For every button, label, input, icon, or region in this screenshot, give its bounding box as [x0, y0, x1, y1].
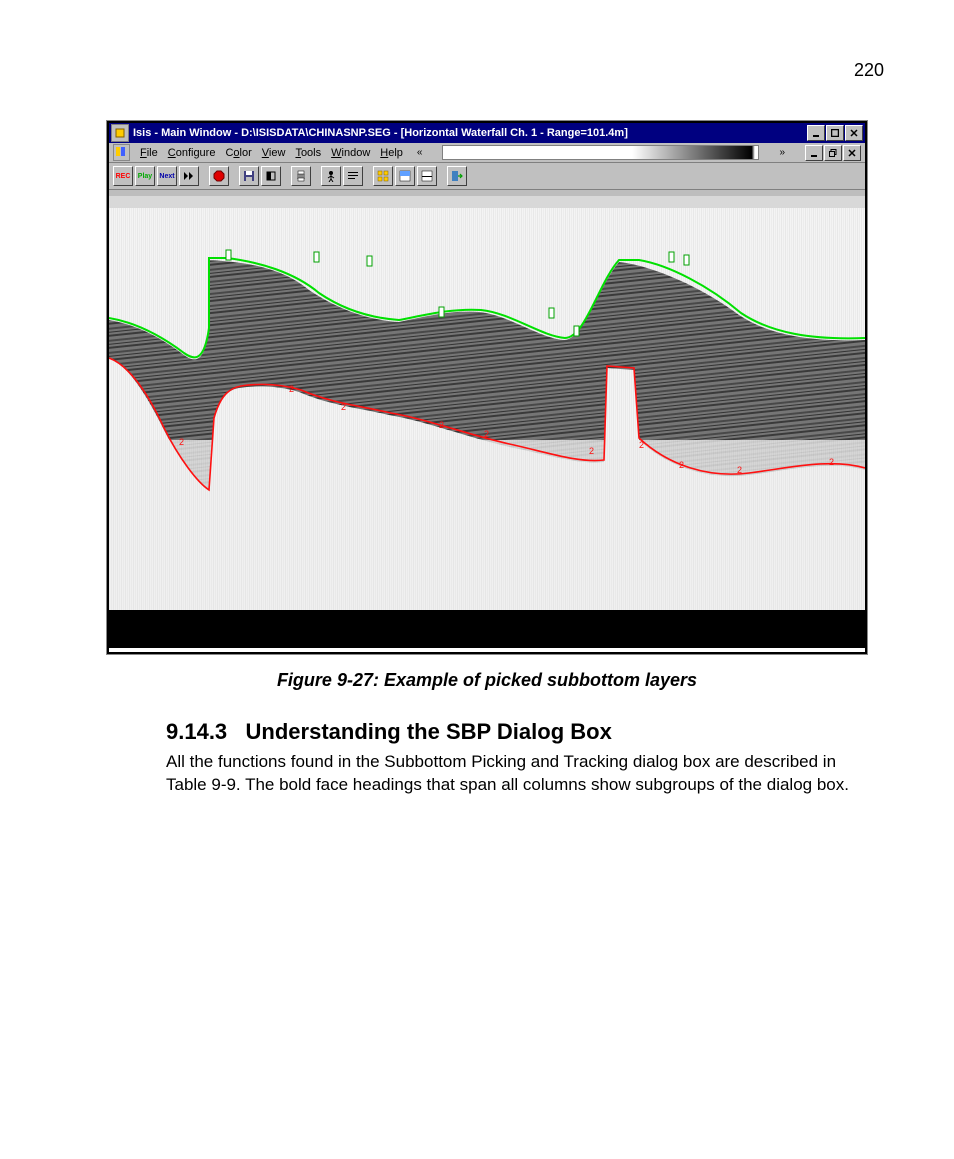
fast-forward-icon [183, 171, 195, 181]
restore-icon [829, 149, 837, 157]
minimize-button[interactable] [807, 125, 825, 141]
menu-view-label: iew [269, 147, 286, 159]
app-icon [111, 124, 129, 142]
menu-tools[interactable]: Tools [295, 147, 321, 159]
svg-text:2: 2 [179, 437, 184, 447]
person-button[interactable] [321, 166, 341, 186]
svg-text:2: 2 [829, 457, 834, 467]
window-title-bar: Isis - Main Window - D:\ISISDATA\CHINASN… [109, 123, 865, 143]
svg-text:2: 2 [589, 446, 594, 456]
toggle-button[interactable] [261, 166, 281, 186]
svg-text:2: 2 [679, 460, 684, 470]
menu-configure[interactable]: Configure [168, 147, 216, 159]
split-button[interactable] [417, 166, 437, 186]
menu-file[interactable]: File [140, 147, 158, 159]
svg-text:2: 2 [639, 440, 644, 450]
window-control-group [807, 125, 863, 141]
next-button[interactable]: Next [157, 166, 177, 186]
figure-caption: Figure 9-27: Example of picked subbottom… [90, 670, 884, 691]
menu-configure-label: onfigure [176, 147, 216, 159]
svg-text:2: 2 [289, 384, 294, 394]
mdi-minimize-button[interactable] [805, 145, 823, 161]
menu-color[interactable]: Color [225, 147, 251, 159]
mdi-restore-button[interactable] [824, 145, 842, 161]
close-icon [850, 129, 858, 137]
svg-text:2: 2 [484, 429, 489, 439]
grid-icon [377, 170, 389, 182]
fast-forward-button[interactable] [179, 166, 199, 186]
print-button[interactable] [291, 166, 311, 186]
menu-help-label: elp [388, 147, 403, 159]
floppy-icon [243, 170, 255, 182]
sonar-waterfall-display[interactable]: 2 2 2 2 2 2 2 2 2 2 [109, 190, 865, 652]
document-page: 220 Isis - Main Window - D:\ISISDATA\CHI… [0, 0, 954, 1159]
svg-text:2: 2 [341, 402, 346, 412]
record-button[interactable]: REC [113, 166, 133, 186]
maximize-button[interactable] [826, 125, 844, 141]
isis-app-window: Isis - Main Window - D:\ISISDATA\CHINASN… [107, 121, 867, 654]
window-title: Isis - Main Window - D:\ISISDATA\CHINASN… [133, 127, 807, 139]
waterfall-icon [399, 170, 411, 182]
text-icon [347, 170, 359, 182]
system-menu-icon[interactable] [113, 144, 130, 161]
menu-file-label: ile [147, 147, 158, 159]
section-title: Understanding the SBP Dialog Box [246, 719, 612, 744]
save-button[interactable] [239, 166, 259, 186]
menu-view[interactable]: View [262, 147, 286, 159]
minimize-icon [810, 149, 818, 157]
section-heading: 9.14.3 Understanding the SBP Dialog Box [166, 719, 884, 745]
menu-tools-label: ools [301, 147, 321, 159]
close-icon [848, 149, 856, 157]
palette-next-button[interactable]: » [775, 147, 789, 158]
menu-help[interactable]: Help [380, 147, 403, 159]
color-palette-bar[interactable] [442, 145, 759, 160]
play-button[interactable]: Play [135, 166, 155, 186]
door-icon [451, 170, 463, 182]
menu-bar: File Configure Color View Tools Window H… [109, 143, 865, 163]
close-button[interactable] [845, 125, 863, 141]
mdi-close-button[interactable] [843, 145, 861, 161]
svg-text:2: 2 [439, 420, 444, 430]
text-button[interactable] [343, 166, 363, 186]
menu-window[interactable]: Window [331, 147, 370, 159]
maximize-icon [831, 129, 839, 137]
mdi-control-group [805, 145, 861, 161]
person-icon [325, 170, 337, 182]
stop-icon [213, 170, 225, 182]
toolbar: REC Play Next [109, 163, 865, 190]
section-number: 9.14.3 [166, 719, 227, 744]
split-icon [421, 170, 433, 182]
toggle-icon [265, 170, 277, 182]
svg-text:2: 2 [737, 465, 742, 475]
menu-color-label: lor [240, 147, 252, 159]
stop-button[interactable] [209, 166, 229, 186]
menu-window-label: indow [342, 147, 371, 159]
palette-prev-button[interactable]: « [413, 147, 427, 158]
grid-button[interactable] [373, 166, 393, 186]
page-number: 220 [90, 60, 884, 81]
printer-icon [295, 170, 307, 182]
exit-button[interactable] [447, 166, 467, 186]
minimize-icon [812, 129, 820, 137]
section-body-text: All the functions found in the Subbottom… [166, 751, 866, 797]
waterfall-button[interactable] [395, 166, 415, 186]
